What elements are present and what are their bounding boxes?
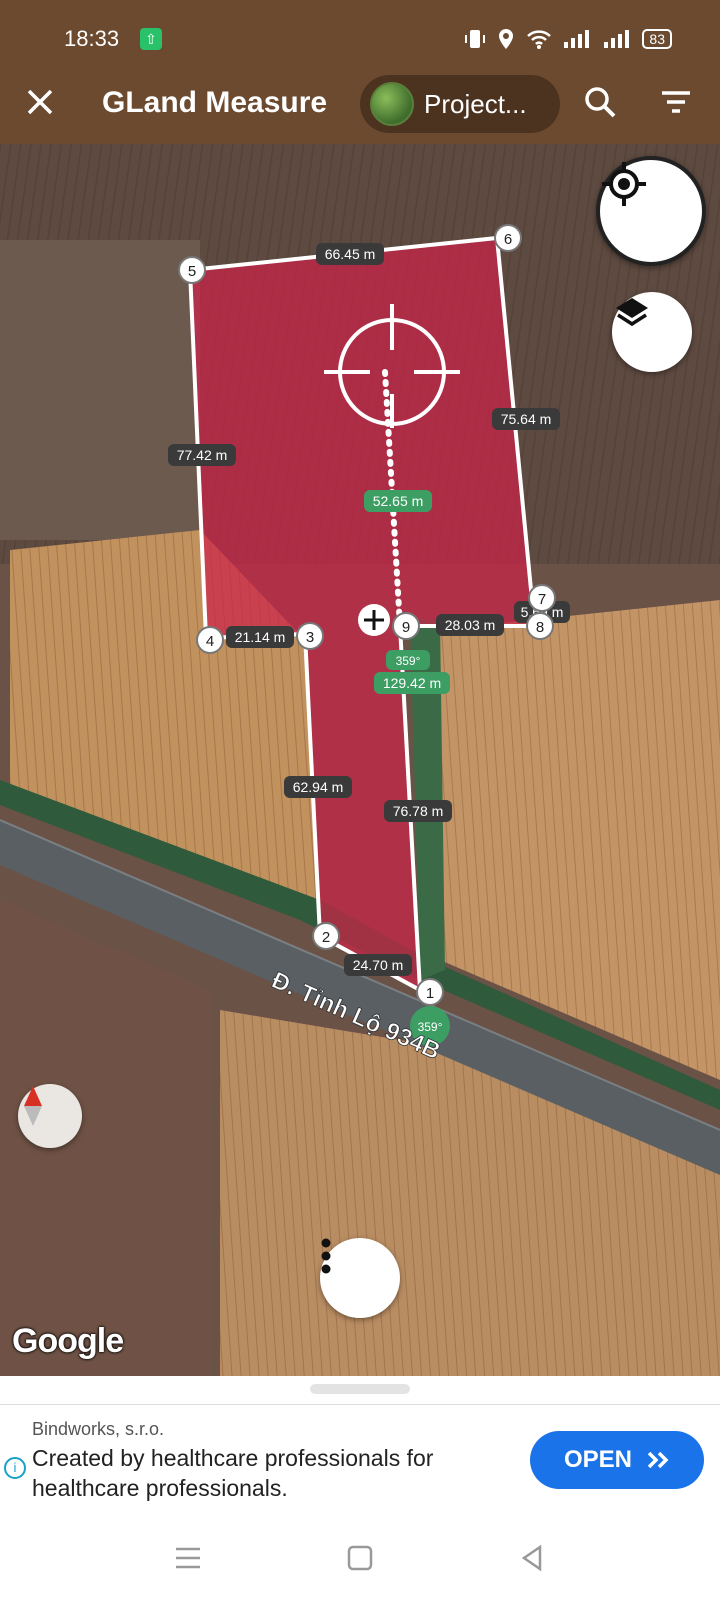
edge-label-3-4: 21.14 m	[226, 626, 294, 648]
app-notification-icon: ⇧	[140, 28, 162, 50]
vertex-9[interactable]: 9	[392, 612, 420, 640]
ad-advertiser: Bindworks, s.r.o.	[32, 1419, 165, 1439]
map-view[interactable]: 66.45 m 75.64 m 77.42 m 5.69 m 28.03 m 2…	[0, 144, 720, 1376]
bearing-label-top: 359°	[386, 650, 430, 670]
location-icon	[499, 29, 514, 49]
svg-text:24.70 m: 24.70 m	[353, 957, 404, 973]
svg-text:3: 3	[306, 629, 314, 646]
measure-total-label: 129.42 m	[374, 672, 450, 694]
svg-text:62.94 m: 62.94 m	[293, 779, 344, 795]
edge-label-6-7: 75.64 m	[492, 408, 560, 430]
search-button[interactable]	[580, 82, 620, 122]
svg-text:1: 1	[426, 985, 434, 1002]
edge-label-5-6: 66.45 m	[316, 243, 384, 265]
project-thumbnail	[370, 82, 414, 126]
svg-text:9: 9	[402, 619, 410, 636]
google-logo: Google	[12, 1322, 124, 1360]
menu-icon	[176, 1547, 200, 1569]
move-handle-icon[interactable]	[358, 604, 390, 636]
vertex-2[interactable]: 2	[312, 922, 340, 950]
filter-button[interactable]	[656, 82, 696, 122]
project-selector[interactable]: Project...	[360, 75, 560, 133]
edge-label-9-1: 76.78 m	[384, 800, 452, 822]
battery-icon: 83	[642, 29, 672, 49]
status-time: 18:33	[64, 26, 120, 51]
signal-icon	[564, 30, 590, 48]
ad-open-button[interactable]: OPEN	[530, 1431, 704, 1489]
home-square-icon	[347, 1545, 373, 1571]
ad-banner[interactable]: i Bindworks, s.r.o. Created by healthcar…	[0, 1404, 720, 1514]
ad-info-icon[interactable]: i	[4, 1457, 26, 1479]
search-icon	[585, 87, 616, 118]
my-location-button[interactable]	[596, 156, 706, 266]
double-chevron-right-icon	[647, 1451, 669, 1469]
svg-text:8: 8	[536, 619, 544, 636]
status-bar: 18:33 ⇧ 83	[0, 0, 720, 64]
ad-headline: Created by healthcare professionals for …	[32, 1445, 434, 1501]
svg-text:28.03 m: 28.03 m	[445, 617, 496, 633]
nav-menu-button[interactable]	[170, 1540, 206, 1576]
svg-text:76.78 m: 76.78 m	[393, 803, 444, 819]
ad-open-label: OPEN	[563, 1446, 632, 1473]
svg-text:52.65 m: 52.65 m	[373, 493, 424, 509]
svg-text:359°: 359°	[396, 654, 421, 668]
edge-label-2-3: 62.94 m	[284, 776, 352, 798]
compass-icon	[24, 1086, 42, 1126]
svg-text:6: 6	[504, 231, 512, 248]
back-triangle-icon	[521, 1544, 542, 1572]
svg-text:21.14 m: 21.14 m	[235, 629, 286, 645]
nav-home-button[interactable]	[342, 1540, 378, 1576]
app-title: GLand Measure	[102, 86, 328, 119]
compass-button[interactable]	[18, 1084, 82, 1148]
vertex-8[interactable]: 8	[526, 612, 554, 640]
status-icons: 83	[464, 28, 672, 50]
svg-text:4: 4	[206, 633, 214, 650]
vertex-6[interactable]: 6	[494, 224, 522, 252]
vertex-1[interactable]: 1	[416, 978, 444, 1006]
filter-icon	[662, 91, 690, 113]
field-left-top	[0, 240, 200, 540]
svg-text:66.45 m: 66.45 m	[325, 246, 376, 262]
vertex-7[interactable]: 7	[528, 584, 556, 612]
bottom-sheet-handle[interactable]	[310, 1384, 410, 1394]
vertex-3[interactable]: 3	[296, 622, 324, 650]
svg-text:75.64 m: 75.64 m	[501, 411, 552, 427]
edge-label-4-5: 77.42 m	[168, 444, 236, 466]
system-nav-bar	[0, 1512, 720, 1604]
svg-text:2: 2	[322, 929, 330, 946]
edge-label-1-2: 24.70 m	[344, 954, 412, 976]
wifi-icon	[527, 30, 552, 49]
close-icon	[27, 89, 53, 115]
project-label: Project...	[424, 88, 527, 119]
svg-text:5: 5	[188, 263, 196, 280]
nav-back-button[interactable]	[514, 1540, 550, 1576]
map-layers-button[interactable]	[612, 292, 692, 372]
vertex-5[interactable]: 5	[178, 256, 206, 284]
edge-label-8-9: 28.03 m	[436, 614, 504, 636]
svg-text:7: 7	[538, 591, 546, 608]
more-options-button[interactable]	[320, 1238, 400, 1318]
measure-length-label: 52.65 m	[364, 490, 432, 512]
more-vertical-icon	[321, 1238, 331, 1274]
signal-icon-2	[604, 30, 630, 48]
svg-text:129.42 m: 129.42 m	[383, 675, 441, 691]
close-button[interactable]	[18, 80, 62, 124]
svg-text:77.42 m: 77.42 m	[177, 447, 228, 463]
layers-icon	[616, 298, 648, 327]
target-icon	[602, 162, 646, 206]
vibrate-icon	[465, 30, 486, 48]
app-toolbar: GLand Measure Project...	[0, 64, 720, 144]
vertex-4[interactable]: 4	[196, 626, 224, 654]
